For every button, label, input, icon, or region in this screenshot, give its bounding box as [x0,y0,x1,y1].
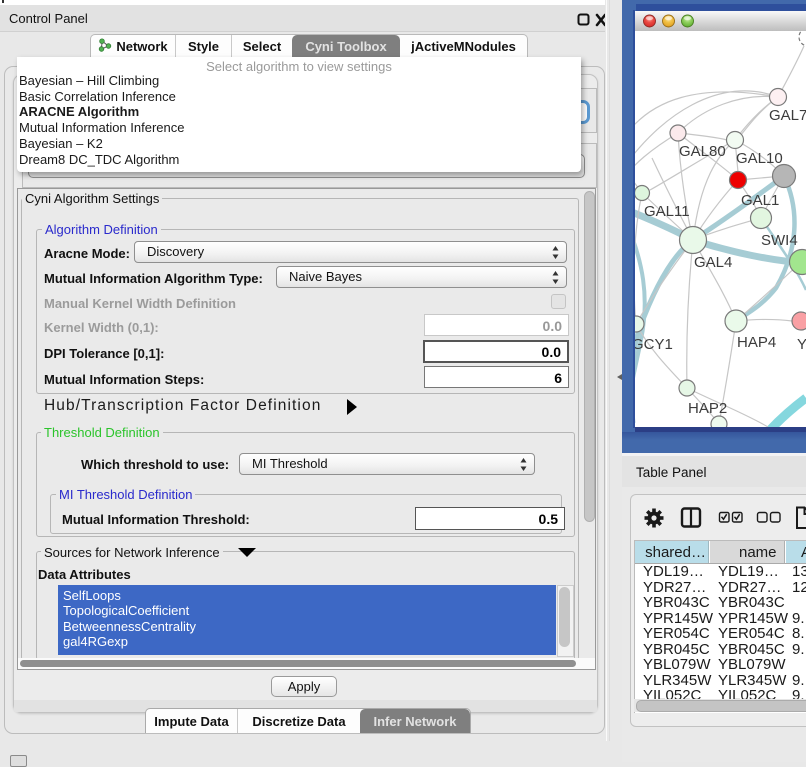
svg-text:GAL80: GAL80 [679,143,726,160]
svg-text:HAP4: HAP4 [737,334,776,351]
svg-text:SWI4: SWI4 [761,232,798,249]
svg-text:GAL7: GAL7 [769,107,806,124]
svg-text:GCY1: GCY1 [635,336,673,353]
svg-text:Y: Y [797,336,806,353]
svg-text:GAL10: GAL10 [736,150,783,167]
svg-text:GAL4: GAL4 [694,254,732,271]
svg-text:HAP2: HAP2 [688,400,727,417]
svg-text:GAL1: GAL1 [741,192,779,209]
svg-text:GAL11: GAL11 [644,203,690,220]
